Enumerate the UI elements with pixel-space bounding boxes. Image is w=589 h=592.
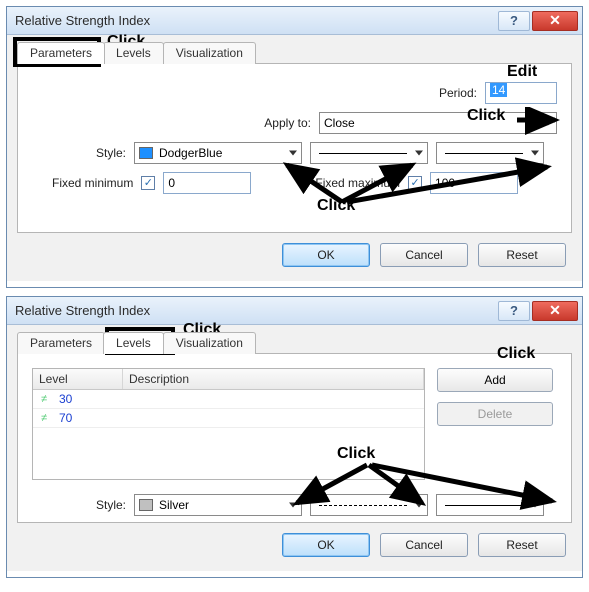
level-row[interactable]: ≠ 30 — [33, 390, 424, 409]
help-button[interactable]: ? — [498, 11, 530, 31]
period-value: 14 — [490, 83, 507, 97]
ok-button[interactable]: OK — [282, 243, 370, 267]
fixed-max-checkbox[interactable]: ✓ — [408, 176, 422, 190]
cancel-button[interactable]: Cancel — [380, 533, 468, 557]
col-level[interactable]: Level — [33, 369, 123, 389]
style-color-select[interactable]: Silver — [134, 494, 302, 516]
line-preview — [445, 505, 523, 506]
style-line-width-select[interactable] — [436, 142, 544, 164]
fixed-max-input[interactable] — [430, 172, 518, 194]
client-area: Parameters Colors Levels Visualization L… — [7, 325, 582, 571]
titlebar[interactable]: Relative Strength Index ? ✕ — [7, 297, 582, 325]
titlebar[interactable]: Relative Strength Index ? ✕ — [7, 7, 582, 35]
style-color-select[interactable]: DodgerBlue — [134, 142, 302, 164]
tab-parameters[interactable]: Parameters — [17, 42, 105, 64]
delete-button[interactable]: Delete — [437, 402, 553, 426]
level-icon: ≠ — [33, 393, 55, 405]
level-value: 30 — [55, 390, 76, 408]
color-swatch — [139, 499, 153, 511]
cancel-button[interactable]: Cancel — [380, 243, 468, 267]
window-title: Relative Strength Index — [15, 303, 496, 318]
col-description[interactable]: Description — [123, 369, 424, 389]
button-row: OK Cancel Reset — [17, 233, 572, 271]
apply-to-value: Close — [324, 116, 355, 130]
levels-list[interactable]: Level Description ≠ 30 ≠ 70 — [32, 368, 425, 480]
line-preview — [319, 505, 407, 506]
level-row[interactable]: ≠ 70 — [33, 409, 424, 428]
tabstrip: Parameters Colors Levels Visualization — [17, 331, 572, 353]
chevron-down-icon — [544, 121, 552, 126]
style-label: Style: — [88, 498, 126, 512]
tab-levels[interactable]: Levels — [103, 42, 164, 64]
tabpanel-levels: Level Description ≠ 30 ≠ 70 Add Delete — [17, 353, 572, 523]
apply-to-label: Apply to: — [264, 116, 311, 130]
style-line-width-select[interactable] — [436, 494, 544, 516]
list-header: Level Description — [33, 369, 424, 390]
tabpanel-parameters: Period: 14 Apply to: Close Style: Dodger… — [17, 63, 572, 233]
close-button[interactable]: ✕ — [532, 11, 578, 31]
rsi-dialog-parameters: Relative Strength Index ? ✕ Parameters C… — [6, 6, 583, 288]
chevron-down-icon — [415, 151, 423, 156]
level-icon: ≠ — [33, 412, 55, 424]
reset-button[interactable]: Reset — [478, 533, 566, 557]
fixed-min-label: Fixed minimum — [52, 176, 133, 190]
period-label: Period: — [439, 86, 477, 100]
client-area: Parameters Colors Levels Visualization P… — [7, 35, 582, 281]
style-line-type-select[interactable] — [310, 142, 428, 164]
tab-visualization[interactable]: Visualization — [163, 332, 256, 354]
tab-parameters[interactable]: Parameters — [17, 332, 105, 354]
close-button[interactable]: ✕ — [532, 301, 578, 321]
add-button[interactable]: Add — [437, 368, 553, 392]
tabstrip: Parameters Colors Levels Visualization — [17, 41, 572, 63]
apply-to-select[interactable]: Close — [319, 112, 557, 134]
tab-visualization[interactable]: Visualization — [163, 42, 256, 64]
fixed-max-label: Fixed maximum — [315, 176, 400, 190]
chevron-down-icon — [531, 503, 539, 508]
chevron-down-icon — [415, 503, 423, 508]
ok-button[interactable]: OK — [282, 533, 370, 557]
rsi-dialog-levels: Relative Strength Index ? ✕ Parameters C… — [6, 296, 583, 578]
fixed-min-checkbox[interactable]: ✓ — [141, 176, 155, 190]
style-label: Style: — [88, 146, 126, 160]
tab-levels[interactable]: Levels — [103, 332, 164, 354]
line-preview — [445, 153, 523, 154]
period-input[interactable]: 14 — [485, 82, 557, 104]
window-title: Relative Strength Index — [15, 13, 496, 28]
fixed-min-input[interactable] — [163, 172, 251, 194]
help-button[interactable]: ? — [498, 301, 530, 321]
reset-button[interactable]: Reset — [478, 243, 566, 267]
style-color-name: Silver — [159, 498, 189, 512]
level-value: 70 — [55, 409, 76, 427]
line-preview — [319, 153, 407, 154]
style-line-type-select[interactable] — [310, 494, 428, 516]
chevron-down-icon — [289, 503, 297, 508]
style-color-name: DodgerBlue — [159, 146, 222, 160]
color-swatch — [139, 147, 153, 159]
button-row: OK Cancel Reset — [17, 523, 572, 561]
chevron-down-icon — [531, 151, 539, 156]
chevron-down-icon — [289, 151, 297, 156]
